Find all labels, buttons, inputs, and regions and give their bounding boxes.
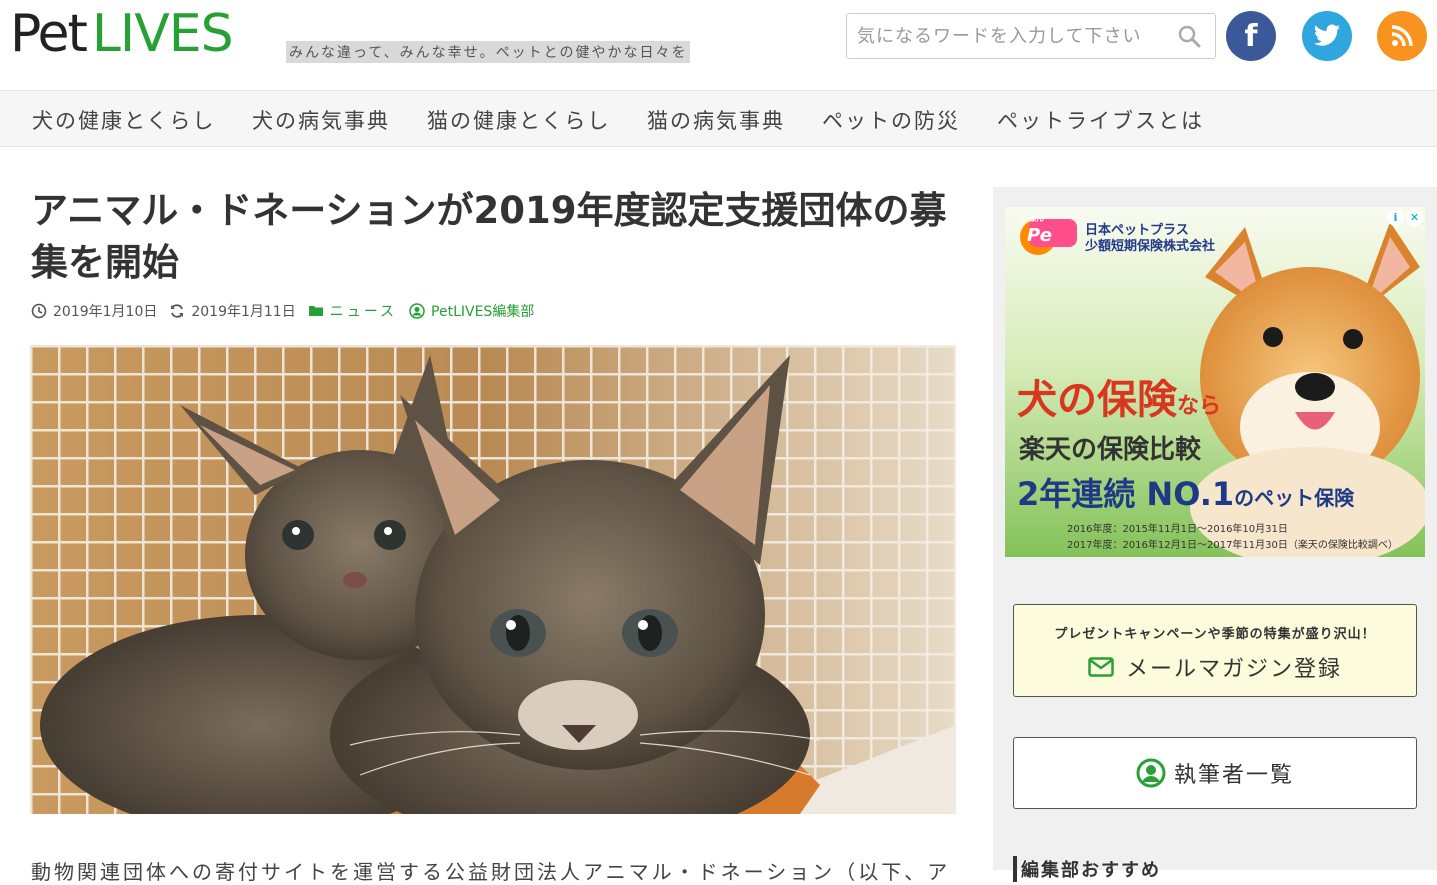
ad-footnote1: 2016年度：2015年11月1日～2016年10月31日 <box>1067 524 1288 535</box>
ad-line2: 楽天の保険比較 <box>1019 435 1202 465</box>
logo-lives: LIVES <box>91 4 234 64</box>
nav-item-cat-disease[interactable]: 猫の病気事典 <box>647 105 785 135</box>
folder-icon <box>308 306 323 316</box>
published-date-text: 2019年1月10日 <box>53 304 158 320</box>
author-link[interactable]: PetLIVES編集部 <box>409 301 534 321</box>
author-text: PetLIVES編集部 <box>431 304 535 320</box>
nav-item-cat-health[interactable]: 猫の健康とくらし <box>427 105 610 135</box>
global-nav: 犬の健康とくらし 犬の病気事典 猫の健康とくらし 猫の病気事典 ペットの防災 ペ… <box>0 90 1437 147</box>
updated-date-text: 2019年1月11日 <box>191 304 296 320</box>
newsletter-label-row: メールマガジン登録 <box>1014 651 1416 683</box>
search-icon[interactable] <box>1177 24 1203 50</box>
search-input[interactable] <box>857 22 1167 50</box>
nav-item-dog-health[interactable]: 犬の健康とくらし <box>32 105 215 135</box>
ad-logo-text: Pe <box>1027 225 1052 246</box>
ad-logo-small: にほん <box>1020 214 1044 223</box>
hero-image-kittens <box>30 345 956 814</box>
ad-footnote2: 2017年度：2016年12月1日～2017年11月30日（楽天の保険比較調べ） <box>1067 540 1398 551</box>
article-body-start: 動物関連団体への寄付サイトを運営する公益財団法人アニマル・ドネーション（以下、ア <box>31 860 951 884</box>
newsletter-signup[interactable]: プレゼントキャンペーンや季節の特集が盛り沢山！ メールマガジン登録 <box>1013 604 1417 697</box>
newsletter-teaser: プレゼントキャンペーンや季節の特集が盛り沢山！ <box>1054 627 1376 642</box>
user-circle-icon <box>1136 758 1166 788</box>
rss-glyph-icon <box>1391 25 1413 47</box>
ad-headline: 犬の保険 <box>1017 377 1177 423</box>
sidebar-section-heading: 編集部おすすめ <box>1013 856 1161 882</box>
published-date: 2019年1月10日 <box>31 301 157 321</box>
category-link[interactable]: ニュース <box>308 301 397 321</box>
refresh-icon <box>171 304 184 318</box>
nav-item-dog-disease[interactable]: 犬の病気事典 <box>252 105 390 135</box>
kittens-photo <box>30 345 956 814</box>
search-box <box>846 13 1216 59</box>
ad-info-icon[interactable]: i <box>1387 209 1404 226</box>
article-meta: 2019年1月10日 2019年1月11日 ニュース PetLIVES編集部 <box>31 300 546 322</box>
clock-icon <box>31 303 47 319</box>
facebook-glyph: f <box>1244 18 1258 54</box>
rss-icon[interactable] <box>1377 11 1427 61</box>
twitter-icon[interactable] <box>1302 11 1352 61</box>
nav-item-disaster[interactable]: ペットの防災 <box>822 105 960 135</box>
ad-line3: 2年連続 NO.1のペット保険 <box>1017 469 1354 515</box>
site-tagline: みんな違って、みんな幸せ。ペットとの健やかな日々を <box>286 41 691 63</box>
nav-item-about[interactable]: ペットライブスとは <box>997 105 1204 135</box>
article-title: アニマル・ドネーションが2019年度認定支援団体の募集を開始 <box>31 189 947 284</box>
writers-list-label: 執筆者一覧 <box>1173 763 1294 788</box>
user-circle-icon <box>409 303 425 319</box>
ad-brand-line2: 少額短期保険株式会社 <box>1085 239 1216 254</box>
site-header: Pet LIVES みんな違って、みんな幸せ。ペットとの健やかな日々を f <box>0 0 1437 90</box>
bird-icon <box>1313 24 1340 46</box>
envelope-icon <box>1088 657 1114 677</box>
ad-headline-suffix: なら <box>1177 394 1222 419</box>
ad-choices: i ✕ <box>1387 209 1423 226</box>
facebook-icon[interactable]: f <box>1226 11 1276 61</box>
ad-line3-main: 2年連続 NO.1 <box>1017 475 1235 513</box>
logo-pet: Pet <box>10 4 88 64</box>
ad-line3-suffix: のペット保険 <box>1234 486 1355 510</box>
updated-date: 2019年1月11日 <box>169 301 296 321</box>
ad-close-icon[interactable]: ✕ <box>1406 209 1423 226</box>
writers-list-button[interactable]: 執筆者一覧 <box>1013 737 1417 809</box>
sidebar-ad-banner[interactable]: にほん Pe 日本ペットプラス 少額短期保険株式会社 犬の保険なら 楽天の保険比… <box>1005 207 1425 557</box>
category-text: ニュース <box>329 304 398 320</box>
newsletter-label: メールマガジン登録 <box>1125 657 1342 682</box>
ad-headline-row: 犬の保険なら <box>1017 367 1221 425</box>
site-logo[interactable]: Pet LIVES <box>10 4 234 66</box>
